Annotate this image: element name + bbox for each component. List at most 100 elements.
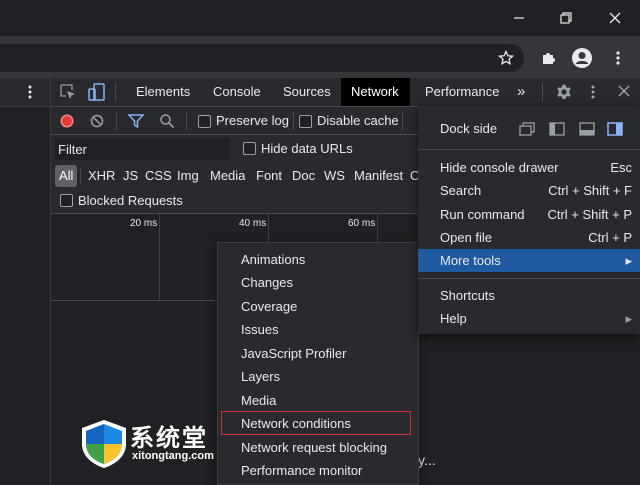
background-text: y... <box>418 452 436 468</box>
type-separator <box>80 168 81 184</box>
hide-data-urls-label: Hide data URLs <box>261 141 353 156</box>
type-filter-font[interactable]: Font <box>252 165 286 187</box>
menu-item-hide-console-drawer[interactable]: Hide console drawer Esc <box>418 156 640 179</box>
menu-item-coverage[interactable]: Coverage <box>224 295 409 318</box>
menu-item-search[interactable]: Search Ctrl + Shift + F <box>418 179 640 202</box>
devtools-kebab-icon[interactable] <box>591 84 595 103</box>
timeline-tick-label: 40 ms <box>239 218 267 229</box>
highlight-box <box>221 411 411 435</box>
watermark-shield-logo <box>78 418 130 470</box>
type-filter-doc[interactable]: Doc <box>288 165 319 187</box>
menu-item-shortcut: Esc <box>610 160 632 175</box>
dock-side-label: Dock side <box>440 121 498 136</box>
menu-item-more-tools[interactable]: More tools ▸ <box>418 249 640 272</box>
undock-icon[interactable] <box>518 120 536 138</box>
toolbar-separator <box>293 112 294 130</box>
timeline-gridline <box>159 214 160 300</box>
settings-gear-icon[interactable] <box>555 83 573 104</box>
device-toolbar-icon[interactable] <box>88 83 106 104</box>
page-kebab-icon[interactable] <box>28 84 32 103</box>
toolbar-separator <box>402 112 403 130</box>
menu-item-media[interactable]: Media <box>224 389 409 412</box>
page-content-area <box>0 78 51 483</box>
menu-item-shortcuts[interactable]: Shortcuts <box>418 284 640 307</box>
blocked-requests-checkbox[interactable] <box>60 194 73 207</box>
watermark-text: 系统堂 <box>130 424 208 452</box>
menu-item-label: Help <box>440 311 467 326</box>
type-filter-css[interactable]: CSS <box>141 165 176 187</box>
menu-item-shortcut: Ctrl + P <box>588 230 632 245</box>
inspect-element-icon[interactable] <box>60 84 76 103</box>
type-filter-ws[interactable]: WS <box>320 165 349 187</box>
menu-item-performance-monitor[interactable]: Performance monitor <box>224 459 409 482</box>
menu-separator <box>418 149 640 150</box>
record-icon[interactable] <box>60 114 74 131</box>
timeline-tick-label: 60 ms <box>348 218 376 229</box>
tab-separator <box>542 82 543 102</box>
address-bar[interactable] <box>0 44 524 72</box>
search-icon[interactable] <box>159 113 175 132</box>
type-filter-all[interactable]: All <box>55 165 78 187</box>
menu-item-label: Shortcuts <box>440 288 495 303</box>
blocked-requests-label: Blocked Requests <box>78 193 183 208</box>
filter-input[interactable]: Filter <box>55 138 230 160</box>
toolbar-separator <box>116 112 117 130</box>
extensions-puzzle-icon[interactable] <box>534 44 562 72</box>
submenu-arrow-icon: ▸ <box>625 311 632 326</box>
restore-icon <box>560 12 572 24</box>
menu-item-help[interactable]: Help ▸ <box>418 307 640 330</box>
minimize-icon <box>514 17 524 19</box>
tab-performance[interactable]: Performance <box>415 78 509 106</box>
type-filter-js[interactable]: JS <box>119 165 142 187</box>
menu-item-changes[interactable]: Changes <box>224 271 409 294</box>
more-tabs-button[interactable]: » <box>507 78 535 106</box>
submenu-arrow-icon: ▸ <box>625 253 632 268</box>
preserve-log-label: Preserve log <box>216 113 289 128</box>
type-filter-xhr[interactable]: XHR <box>84 165 119 187</box>
tab-sources[interactable]: Sources <box>273 78 341 106</box>
close-icon <box>609 12 621 24</box>
hide-data-urls-checkbox[interactable] <box>243 142 256 155</box>
type-filter-manifest[interactable]: Manifest <box>350 165 407 187</box>
menu-item-shortcut: Ctrl + Shift + F <box>548 183 632 198</box>
dock-bottom-icon[interactable] <box>578 120 596 138</box>
menu-separator <box>418 278 640 279</box>
tab-network[interactable]: Network <box>341 78 410 106</box>
restore-button[interactable] <box>543 0 589 36</box>
close-window-button[interactable] <box>592 0 638 36</box>
toolbar-separator <box>186 112 187 130</box>
disable-cache-checkbox[interactable] <box>299 115 312 128</box>
menu-item-layers[interactable]: Layers <box>224 365 409 388</box>
menu-item-label: Hide console drawer <box>440 160 559 175</box>
menu-item-network-request-blocking[interactable]: Network request blocking <box>224 436 409 459</box>
menu-item-run-command[interactable]: Run command Ctrl + Shift + P <box>418 203 640 226</box>
type-filter-img[interactable]: Img <box>173 165 203 187</box>
preserve-log-checkbox[interactable] <box>198 115 211 128</box>
menu-item-label: Search <box>440 183 482 198</box>
menu-item-issues[interactable]: Issues <box>224 318 409 341</box>
type-filter-media[interactable]: Media <box>206 165 249 187</box>
menu-item-label: Run command <box>440 207 525 222</box>
minimize-button[interactable] <box>496 0 542 36</box>
profile-avatar-icon[interactable] <box>568 44 596 72</box>
disable-cache-label: Disable cache <box>317 113 399 128</box>
kebab-menu-icon[interactable] <box>604 44 632 72</box>
menu-item-animations[interactable]: Animations <box>224 248 409 271</box>
dock-left-icon[interactable] <box>548 120 566 138</box>
tab-separator <box>115 82 116 102</box>
close-devtools-icon[interactable] <box>618 85 630 100</box>
page-left-toolbar <box>0 78 50 107</box>
menu-item-label: Open file <box>440 230 493 245</box>
timeline-tick-label: 20 ms <box>130 218 158 229</box>
menu-item-javascript-profiler[interactable]: JavaScript Profiler <box>224 342 409 365</box>
clear-icon[interactable] <box>90 114 104 131</box>
dock-right-icon[interactable] <box>606 120 624 138</box>
tab-console[interactable]: Console <box>203 78 271 106</box>
bookmark-star-icon[interactable] <box>492 44 520 72</box>
filter-funnel-icon[interactable] <box>127 114 145 131</box>
tab-elements[interactable]: Elements <box>126 78 200 106</box>
menu-item-label: More tools <box>440 253 501 268</box>
watermark-url: xitongtang.com <box>132 450 214 462</box>
menu-item-open-file[interactable]: Open file Ctrl + P <box>418 226 640 249</box>
filter-placeholder: Filter <box>58 142 87 157</box>
